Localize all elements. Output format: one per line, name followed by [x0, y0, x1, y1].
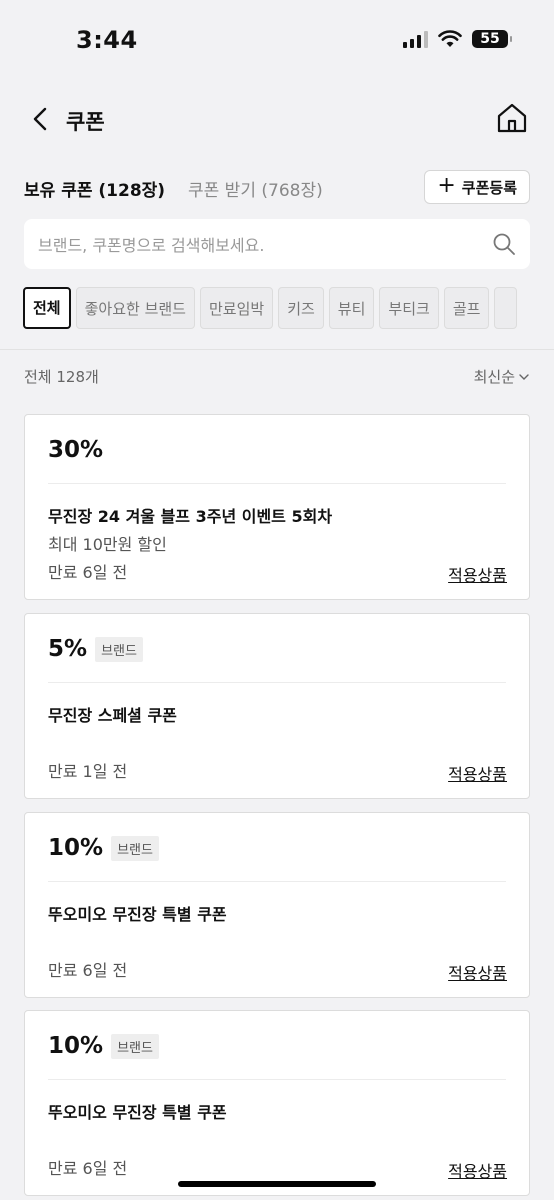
coupon-card[interactable]: 5% 브랜드 무진장 스페셜 쿠폰 만료 1일 전 적용상품: [24, 613, 530, 799]
top-app-bar: 쿠폰: [0, 96, 554, 146]
filter-chip-liked-brands[interactable]: 좋아요한 브랜드: [75, 287, 195, 329]
card-divider: [48, 881, 506, 882]
card-divider: [48, 682, 506, 683]
home-icon[interactable]: [496, 102, 528, 134]
search-input[interactable]: [36, 219, 480, 271]
discount-value: 30%: [48, 437, 104, 463]
coupon-card[interactable]: 10% 브랜드 뚜오미오 무진장 특별 쿠폰 만료 6일 전 적용상품: [24, 1010, 530, 1196]
coupon-name: 뚜오미오 무진장 특별 쿠폰: [48, 1103, 227, 1122]
card-divider: [48, 483, 506, 484]
home-indicator: [178, 1181, 376, 1187]
brand-badge: 브랜드: [95, 636, 143, 662]
coupon-name: 무진장 스페셜 쿠폰: [48, 706, 177, 725]
filter-chip-beauty[interactable]: 뷰티: [328, 287, 375, 329]
filter-chip-kids[interactable]: 키즈: [278, 287, 324, 329]
brand-badge: 브랜드: [111, 835, 159, 861]
chevron-down-icon: [519, 373, 529, 380]
card-divider: [48, 1079, 506, 1080]
wifi-icon: [438, 30, 462, 47]
coupon-max-discount: 최대 10만원 할인: [48, 535, 167, 554]
discount-value: 5%: [48, 636, 88, 662]
search-bar: [24, 219, 530, 271]
filter-chip-more[interactable]: [494, 287, 518, 329]
battery-icon: 55: [472, 30, 512, 48]
filter-chip-golf[interactable]: 골프: [443, 287, 490, 329]
applicable-products-link[interactable]: 적용상품: [448, 960, 507, 984]
discount-value: 10%: [48, 1033, 104, 1059]
register-coupon-button[interactable]: + 쿠폰등록: [424, 170, 530, 204]
discount-value: 10%: [48, 835, 104, 861]
filter-chip-expiring[interactable]: 만료임박: [199, 287, 274, 329]
page-title: 쿠폰: [66, 110, 105, 134]
filter-chip-boutique[interactable]: 부티크: [379, 287, 439, 329]
plus-icon: +: [437, 173, 456, 198]
filter-chips: 전체 좋아요한 브랜드 만료임박 키즈 뷰티 부티크 골프: [23, 287, 554, 331]
filter-chip-all[interactable]: 전체: [23, 287, 71, 329]
register-coupon-label: 쿠폰등록: [461, 178, 517, 197]
divider: [0, 349, 554, 350]
coupon-card[interactable]: 30% 무진장 24 겨울 블프 3주년 이벤트 5회차 최대 10만원 할인 …: [24, 414, 530, 600]
signal-icon: [403, 30, 428, 48]
status-time: 3:44: [76, 26, 138, 54]
coupon-tabs: 보유 쿠폰 (128장) 쿠폰 받기 (768장) + 쿠폰등록: [24, 170, 530, 206]
coupon-expiry: 만료 6일 전: [48, 961, 128, 980]
brand-badge: 브랜드: [111, 1033, 159, 1059]
coupon-expiry: 만료 6일 전: [48, 1159, 128, 1178]
chevron-left-icon[interactable]: [26, 104, 56, 134]
coupon-discount: 30%: [48, 437, 103, 463]
applicable-products-link[interactable]: 적용상품: [448, 1158, 507, 1182]
status-icons: 55: [403, 30, 512, 48]
applicable-products-link[interactable]: 적용상품: [448, 761, 507, 785]
sort-label: 최신순: [473, 368, 515, 386]
search-icon[interactable]: [492, 232, 516, 256]
tab-receive-coupons[interactable]: 쿠폰 받기 (768장): [188, 176, 323, 201]
tab-owned-coupons[interactable]: 보유 쿠폰 (128장): [24, 176, 165, 201]
applicable-products-link[interactable]: 적용상품: [448, 562, 507, 586]
status-bar: 3:44 55: [0, 0, 554, 80]
coupon-discount: 10% 브랜드: [48, 1033, 159, 1059]
coupon-count: 전체 128개: [24, 368, 99, 386]
list-header: 전체 128개 최신순: [24, 366, 530, 390]
sort-dropdown[interactable]: 최신순: [474, 366, 530, 387]
coupon-discount: 5% 브랜드: [48, 636, 143, 662]
coupon-discount: 10% 브랜드: [48, 835, 159, 861]
coupon-expiry: 만료 1일 전: [48, 762, 128, 781]
coupon-name: 뚜오미오 무진장 특별 쿠폰: [48, 905, 227, 924]
coupon-expiry: 만료 6일 전: [48, 563, 128, 582]
coupon-card[interactable]: 10% 브랜드 뚜오미오 무진장 특별 쿠폰 만료 6일 전 적용상품: [24, 812, 530, 998]
coupon-name: 무진장 24 겨울 블프 3주년 이벤트 5회차: [48, 507, 333, 526]
